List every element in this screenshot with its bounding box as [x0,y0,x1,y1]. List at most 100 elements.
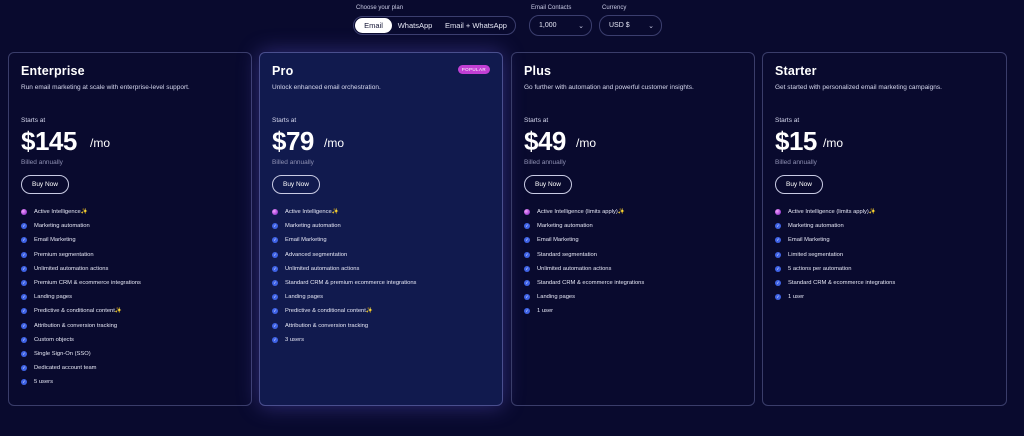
feature-label: Marketing automation [788,223,844,230]
sparkle-orb-icon [524,209,530,216]
starts-at-label: Starts at [524,117,549,124]
feature-label: Single Sign-On (SSO) [34,350,91,357]
buy-now-button[interactable]: Buy Now [775,175,823,194]
feature-item: Predictive & conditional content✨ [21,304,141,318]
check-icon [21,237,27,244]
feature-label: Marketing automation [537,223,593,230]
plan-option-email-whatsapp[interactable]: Email + WhatsApp [438,18,514,33]
feature-item: Email Marketing [524,233,644,247]
feature-item: 5 actions per automation [775,262,895,276]
feature-list: Active Intelligence (limits apply)✨ Mark… [775,205,895,304]
billing-note: Billed annually [524,159,566,166]
feature-label: Marketing automation [285,223,341,230]
check-icon [21,322,27,329]
feature-label: 1 user [788,294,805,301]
feature-item: Email Marketing [21,233,141,247]
check-icon [21,280,27,287]
feature-item: Unlimited automation actions [272,262,416,276]
feature-label: 1 user [537,308,554,315]
check-icon [272,265,278,272]
plan-name: Enterprise [21,64,85,78]
feature-label: Active Intelligence (limits apply)✨ [537,209,626,216]
billing-note: Billed annually [775,159,817,166]
feature-label: Standard CRM & premium ecommerce integra… [285,280,417,287]
feature-item: Unlimited automation actions [524,262,644,276]
plan-price: $49 [524,126,566,156]
check-icon [775,237,781,244]
feature-item: Predictive & conditional content✨ [272,304,416,318]
feature-label: Standard CRM & ecommerce integrations [788,280,896,287]
plan-option-whatsapp[interactable]: WhatsApp [392,18,438,33]
feature-item: Unlimited automation actions [21,262,141,276]
check-icon [775,265,781,272]
check-icon [524,265,530,272]
plan-card-enterprise: Enterprise Run email marketing at scale … [8,52,252,406]
check-icon [21,350,27,357]
email-contacts-select[interactable]: 1,000 ⌄ [529,15,592,36]
plan-type-label: Choose your plan [356,5,404,11]
billing-note: Billed annually [21,159,63,166]
price-period: /mo [576,136,597,150]
feature-label: Limited segmentation [788,251,844,258]
email-contacts-label: Email Contacts [531,5,572,11]
plan-description: Go further with automation and powerful … [524,84,694,91]
feature-item: Single Sign-On (SSO) [21,347,141,361]
feature-label: Active Intelligence✨ [34,209,88,216]
check-icon [272,308,278,315]
sparkle-orb-icon [21,209,27,216]
check-icon [21,365,27,372]
feature-item: Email Marketing [272,233,416,247]
feature-item: Attribution & conversion tracking [272,319,416,333]
check-icon [272,336,278,343]
feature-label: 5 actions per automation [788,265,852,272]
feature-label: Unlimited automation actions [537,265,612,272]
buy-now-button[interactable]: Buy Now [272,175,320,194]
feature-label: 5 users [34,379,54,386]
feature-item: Premium CRM & ecommerce integrations [21,276,141,290]
check-icon [21,379,27,386]
feature-label: Attribution & conversion tracking [285,322,369,329]
feature-item: 1 user [775,290,895,304]
feature-label: Landing pages [537,294,576,301]
feature-list: Active Intelligence✨ Marketing automatio… [21,205,141,389]
feature-item: Marketing automation [524,219,644,233]
plan-option-email[interactable]: Email [355,18,392,33]
feature-label: Standard segmentation [537,251,597,258]
chevron-down-icon: ⌄ [578,22,584,30]
currency-select[interactable]: USD $ ⌄ [599,15,662,36]
chevron-down-icon: ⌄ [648,22,654,30]
feature-label: Predictive & conditional content✨ [34,308,123,315]
plan-price: $145 [21,126,77,156]
check-icon [775,280,781,287]
plan-card-starter: Starter Get started with personalized em… [762,52,1007,406]
starts-at-label: Starts at [21,117,46,124]
feature-item: Landing pages [272,290,416,304]
check-icon [272,280,278,287]
feature-item: 1 user [524,304,644,318]
check-icon [21,265,27,272]
price-period: /mo [823,136,844,150]
plan-name: Plus [524,64,552,78]
currency-label: Currency [602,5,627,11]
feature-item: Marketing automation [21,219,141,233]
check-icon [524,308,530,315]
starts-at-label: Starts at [775,117,800,124]
feature-label: Active Intelligence✨ [285,209,339,216]
feature-item: Standard CRM & ecommerce integrations [524,276,644,290]
feature-label: Custom objects [34,336,74,343]
plan-description: Unlock enhanced email orchestration. [272,84,381,91]
buy-now-button[interactable]: Buy Now [524,175,572,194]
feature-list: Active Intelligence✨ Marketing automatio… [272,205,416,347]
buy-now-button[interactable]: Buy Now [21,175,69,194]
check-icon [272,223,278,230]
feature-label: Landing pages [34,294,73,301]
plan-description: Get started with personalized email mark… [775,84,942,91]
check-icon [21,294,27,301]
feature-item: Dedicated account team [21,361,141,375]
email-contacts-value: 1,000 [539,22,557,29]
feature-item: 5 users [21,375,141,389]
check-icon [524,223,530,230]
feature-item: Landing pages [524,290,644,304]
check-icon [775,223,781,230]
feature-item: Advanced segmentation [272,248,416,262]
